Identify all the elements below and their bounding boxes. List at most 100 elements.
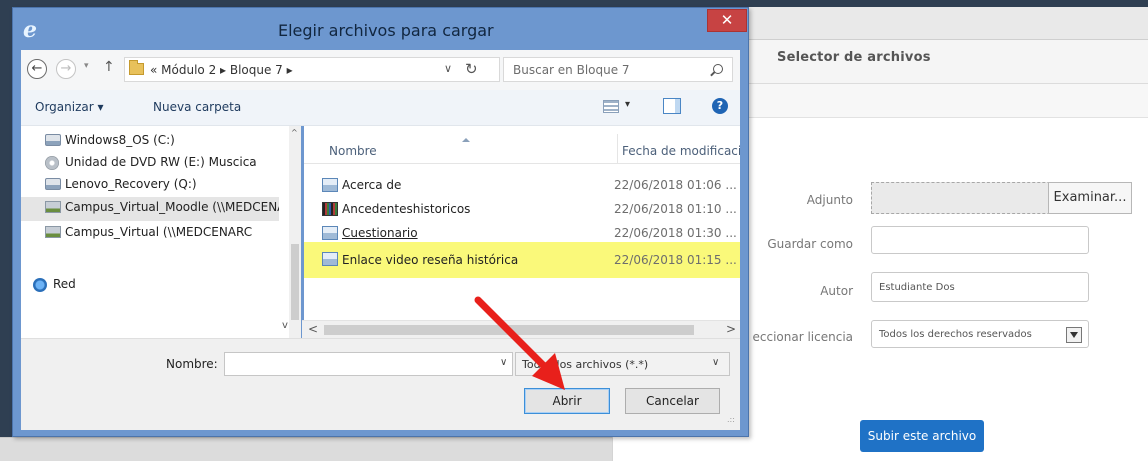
nav-item-label: Campus_Virtual (\\MEDCENARC (65, 225, 253, 239)
attachment-label: Adjunto (806, 193, 853, 207)
navigation-pane-scrollbar[interactable]: ^ (289, 126, 301, 338)
file-type-select[interactable]: Todos los archivos (*.*) ∨ (515, 352, 730, 376)
resize-grip-icon[interactable]: .:: (727, 415, 735, 424)
scrollbar-thumb[interactable] (291, 244, 299, 320)
nav-item-label: Lenovo_Recovery (Q:) (65, 177, 197, 191)
column-header-date[interactable]: Fecha de modificación (622, 144, 740, 158)
organize-menu[interactable]: Organizar ▾ (35, 100, 104, 114)
help-icon[interactable]: ? (712, 98, 728, 114)
file-list-horizontal-scrollbar[interactable]: < > (302, 320, 740, 338)
open-button[interactable]: Abrir (524, 388, 610, 414)
nav-item-windows8-os[interactable]: Windows8_OS (C:) (21, 130, 279, 152)
network-drive-icon (45, 226, 61, 238)
save-as-label: Guardar como (767, 237, 853, 251)
file-type-value: Todos los archivos (*.*) (522, 358, 649, 371)
attachment-file-field[interactable]: Examinar... (871, 182, 1132, 214)
file-name: Cuestionario (342, 226, 418, 240)
search-input[interactable]: Buscar en Bloque 7 (503, 57, 733, 82)
file-row-ancedenteshistoricos[interactable]: Ancedenteshistoricos 22/06/2018 01:10 ..… (312, 198, 740, 220)
nav-item-red[interactable]: Red (21, 274, 279, 296)
file-name-input[interactable]: ∨ (224, 352, 513, 376)
document-icon (322, 252, 338, 266)
browse-button[interactable]: Examinar... (1048, 182, 1132, 214)
upload-file-button[interactable]: Subir este archivo (860, 420, 984, 452)
search-placeholder: Buscar en Bloque 7 (513, 63, 630, 77)
new-folder-button[interactable]: Nueva carpeta (153, 100, 241, 114)
nav-item-label: Campus_Virtual_Moodle (\\MEDCENARC (65, 200, 279, 214)
nav-item-campus-virtual-moodle[interactable]: Campus_Virtual_Moodle (\\MEDCENARC (21, 197, 279, 221)
author-label: Autor (820, 284, 853, 298)
cancel-button[interactable]: Cancelar (625, 388, 720, 414)
file-date: 22/06/2018 01:10 ... (614, 202, 737, 216)
internet-explorer-icon: e (23, 17, 37, 43)
nav-item-campus-virtual[interactable]: Campus_Virtual (\\MEDCENARC (21, 222, 279, 244)
view-options-icon[interactable] (603, 100, 619, 113)
breadcrumb[interactable]: « Módulo 2 ▸ Bloque 7 ▸ (150, 63, 293, 77)
file-row-acerca-de[interactable]: Acerca de 22/06/2018 01:06 ... (312, 174, 740, 196)
file-list-header: Nombre Fecha de modificación (304, 126, 740, 164)
file-date: 22/06/2018 01:06 ... (614, 178, 737, 192)
file-name: Enlace video reseña histórica (342, 253, 519, 267)
navigation-pane: Windows8_OS (C:) Unidad de DVD RW (E:) M… (21, 126, 301, 338)
file-list: Nombre Fecha de modificación Acerca de 2… (304, 126, 740, 320)
drive-icon (45, 134, 61, 146)
network-icon (33, 278, 47, 292)
address-navigation-bar: ← → ▾ ↑ « Módulo 2 ▸ Bloque 7 ▸ ∨ ↻ Busc… (21, 50, 740, 90)
author-input[interactable]: Estudiante Dos (871, 272, 1089, 302)
dvd-drive-icon (45, 156, 59, 170)
forward-button[interactable]: → (56, 59, 76, 79)
address-dropdown-chevron-icon[interactable]: ∨ (444, 62, 452, 75)
document-icon (322, 178, 338, 192)
file-row-enlace-video-resena-historica[interactable]: Enlace video reseña histórica 22/06/2018… (304, 242, 740, 278)
file-date: 22/06/2018 01:30 ... (614, 226, 737, 240)
scroll-up-icon[interactable]: ^ (291, 128, 298, 137)
view-options-chevron-icon[interactable]: ▾ (625, 99, 630, 110)
dialog-title: Elegir archivos para cargar (278, 21, 494, 40)
refresh-icon[interactable]: ↻ (465, 60, 478, 78)
file-name-chevron-down-icon[interactable]: ∨ (500, 357, 507, 368)
author-value: Estudiante Dos (879, 282, 955, 293)
network-drive-icon (45, 201, 61, 213)
chevron-down-icon[interactable] (1066, 327, 1082, 343)
dialog-titlebar[interactable]: e Elegir archivos para cargar ✕ (13, 8, 748, 50)
browser-frame-top (0, 0, 1148, 7)
file-open-dialog: e Elegir archivos para cargar ✕ ← → ▾ ↑ … (12, 7, 749, 437)
scroll-down-icon[interactable]: v (282, 320, 288, 331)
file-type-chevron-down-icon[interactable]: ∨ (712, 357, 719, 368)
file-picker-title: Selector de archivos (777, 50, 931, 65)
file-date: 22/06/2018 01:15 ... (614, 253, 737, 267)
folder-icon (129, 60, 144, 75)
scrollbar-thumb[interactable] (324, 325, 694, 335)
scroll-right-icon[interactable]: > (726, 322, 736, 336)
document-icon (322, 226, 338, 240)
video-file-icon (322, 202, 338, 216)
close-button[interactable]: ✕ (707, 9, 747, 32)
nav-item-label: Red (53, 277, 76, 291)
dialog-bottom-panel: Nombre: ∨ Todos los archivos (*.*) ∨ Abr… (21, 338, 740, 430)
screen: Selector de archivos Adjunto Examinar...… (0, 0, 1148, 461)
license-label: eccionar licencia (752, 330, 854, 344)
license-select[interactable]: Todos los derechos reservados (871, 320, 1089, 348)
recent-locations-chevron-icon[interactable]: ▾ (84, 61, 89, 71)
column-divider[interactable] (617, 134, 618, 164)
search-icon (713, 64, 723, 74)
preview-pane-icon[interactable] (663, 98, 681, 114)
sort-ascending-icon (462, 138, 470, 142)
back-button[interactable]: ← (27, 59, 47, 79)
nav-item-lenovo-recovery[interactable]: Lenovo_Recovery (Q:) (21, 174, 279, 196)
nav-item-dvd-drive[interactable]: Unidad de DVD RW (E:) Muscica (21, 152, 279, 174)
drive-icon (45, 178, 61, 190)
nav-item-label: Unidad de DVD RW (E:) Muscica (65, 155, 257, 169)
file-name-label: Nombre: (166, 357, 218, 371)
scroll-left-icon[interactable]: < (308, 322, 318, 336)
file-name: Acerca de (342, 178, 402, 192)
save-as-input[interactable] (871, 226, 1089, 254)
nav-item-label: Windows8_OS (C:) (65, 133, 175, 147)
column-header-name[interactable]: Nombre (329, 144, 377, 158)
dialog-toolbar: Organizar ▾ Nueva carpeta ▾ ? (21, 90, 740, 126)
browser-frame-left (0, 0, 12, 461)
file-row-cuestionario[interactable]: Cuestionario 22/06/2018 01:30 ... (312, 222, 740, 244)
license-value: Todos los derechos reservados (879, 329, 1032, 340)
address-bar[interactable]: « Módulo 2 ▸ Bloque 7 ▸ ∨ ↻ (124, 57, 500, 82)
up-folder-button[interactable]: ↑ (103, 59, 115, 75)
